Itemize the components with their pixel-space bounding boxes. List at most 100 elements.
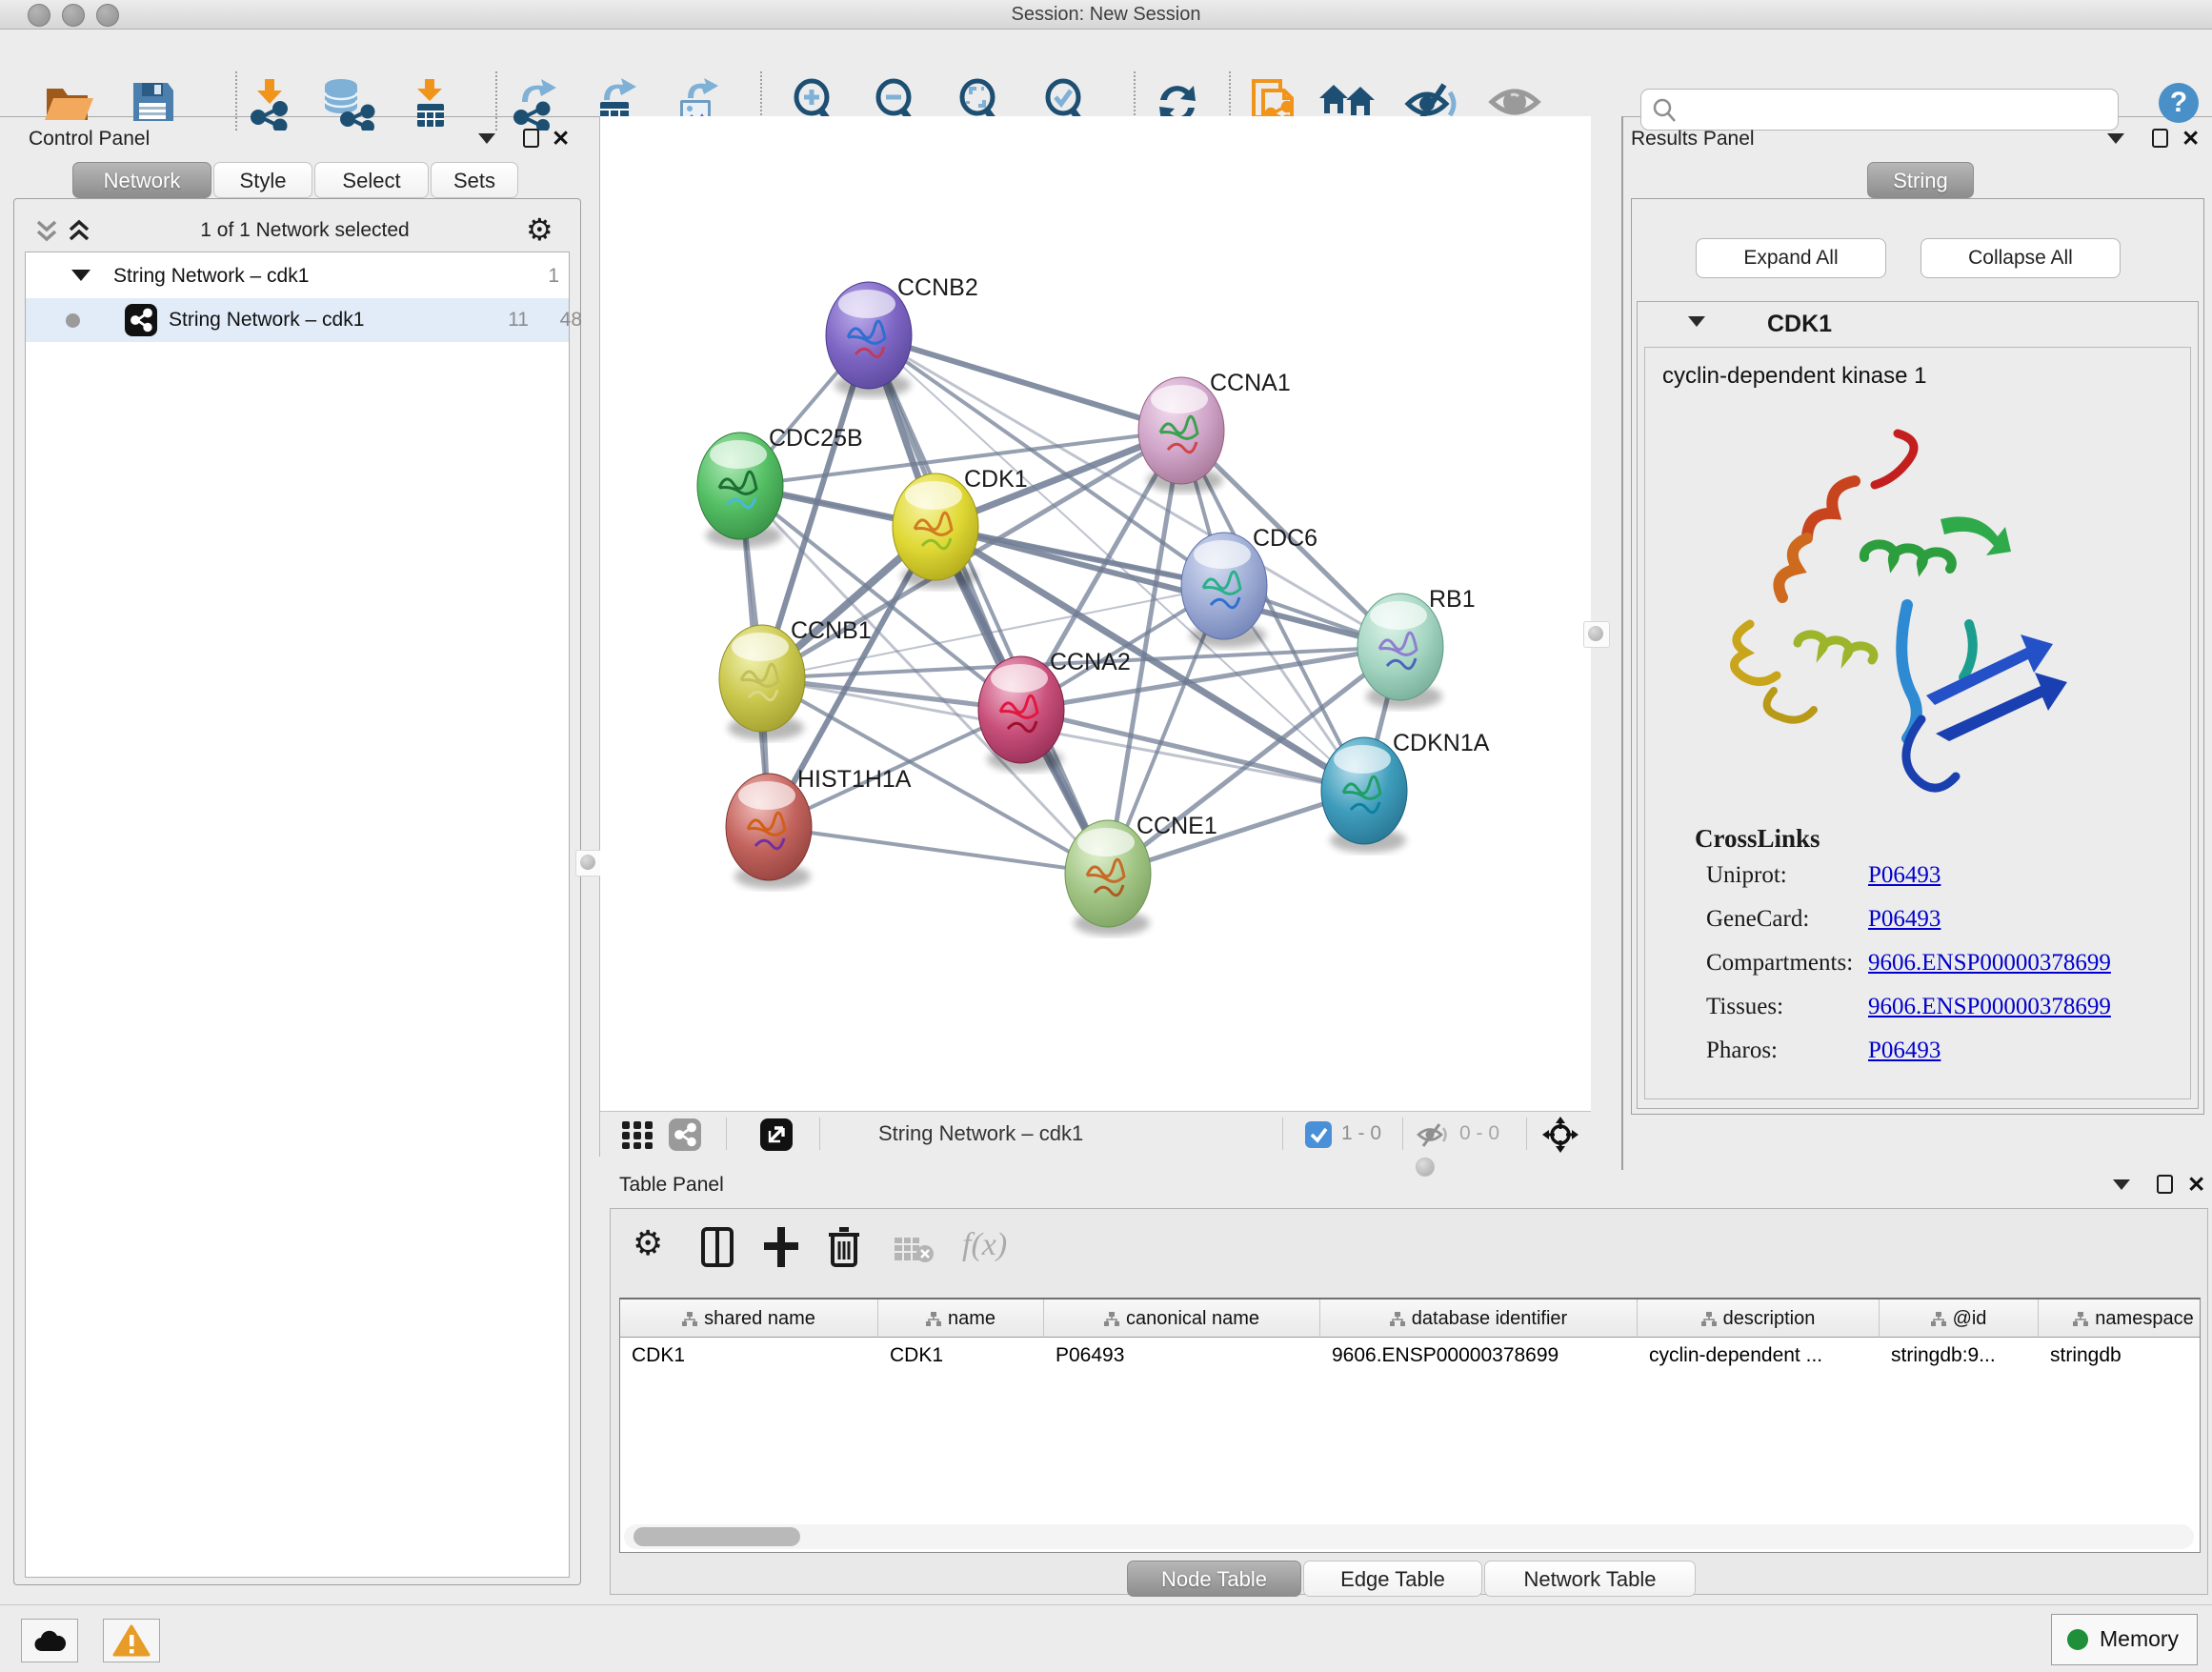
right-splitter-handle[interactable] (1583, 621, 1610, 648)
network-edge[interactable] (869, 335, 1108, 874)
open-session-icon[interactable] (42, 77, 97, 127)
network-node-ccna2[interactable]: CCNA2 (978, 649, 1131, 772)
results-panel-close-icon[interactable]: ✕ (2182, 131, 2200, 146)
results-panel-menu-icon[interactable] (2107, 133, 2124, 144)
table-horizontal-scrollbar[interactable] (624, 1524, 2194, 1549)
save-session-icon[interactable] (128, 77, 177, 127)
table-column-header[interactable]: description (1638, 1299, 1880, 1338)
pan-crosshair-icon[interactable] (1541, 1116, 1579, 1154)
horizontal-splitter[interactable] (600, 1157, 1591, 1170)
table-column-header[interactable]: canonical name (1044, 1299, 1320, 1338)
expand-all-button[interactable]: Expand All (1696, 238, 1886, 278)
tree-expander-icon[interactable] (71, 270, 90, 281)
tab-node-table[interactable]: Node Table (1127, 1561, 1301, 1597)
network-row-selected[interactable]: String Network – cdk1 11 48 (26, 298, 569, 342)
table-cell[interactable]: CDK1 (620, 1339, 878, 1373)
control-panel-close-icon[interactable]: ✕ (552, 131, 570, 146)
table-column-header[interactable]: @id (1880, 1299, 2039, 1338)
network-view-canvas[interactable]: CCNB2CCNA1CDC25BCDK1CDC6RB1CCNB1CCNA2CDK… (600, 116, 1591, 1111)
tab-sets[interactable]: Sets (431, 162, 518, 198)
tab-string[interactable]: String (1867, 162, 1974, 198)
table-panel-float-icon[interactable] (2157, 1175, 2173, 1194)
delete-column-trash-icon[interactable] (827, 1225, 861, 1269)
tab-network[interactable]: Network (72, 162, 211, 198)
table-column-header[interactable]: name (878, 1299, 1044, 1338)
network-node-ccna1[interactable]: CCNA1 (1138, 370, 1291, 493)
network-node-cdkn1a[interactable]: CDKN1A (1321, 730, 1490, 853)
function-builder-icon-disabled: f(x) (962, 1227, 1007, 1263)
import-network-from-file-icon[interactable] (244, 77, 297, 131)
import-table-from-file-icon[interactable] (404, 77, 457, 131)
network-node-ccne1[interactable]: CCNE1 (1065, 813, 1217, 936)
warning-icon (112, 1624, 151, 1657)
control-panel-float-icon[interactable] (523, 129, 539, 148)
table-column-header[interactable]: namespace (2039, 1299, 2201, 1338)
expand-all-icon[interactable] (65, 219, 93, 244)
crosslink-link[interactable]: 9606.ENSP00000378699 (1868, 950, 2111, 976)
selected-checkbox-icon[interactable] (1305, 1121, 1332, 1148)
tab-edge-table[interactable]: Edge Table (1303, 1561, 1482, 1597)
node-table[interactable]: shared nameCDK1nameCDK1canonical nameP06… (619, 1298, 2201, 1553)
tab-style[interactable]: Style (213, 162, 312, 198)
network-edge[interactable] (769, 827, 1108, 874)
gear-icon[interactable]: ⚙ (526, 212, 553, 248)
network-node-hist1h1a[interactable]: HIST1H1A (726, 766, 912, 889)
network-edge[interactable] (869, 335, 1181, 431)
network-collection-row[interactable]: String Network – cdk1 1 (26, 254, 569, 298)
table-panel-title: Table Panel (619, 1174, 724, 1197)
search-input[interactable] (1683, 92, 2106, 127)
toolbar-separator (726, 1118, 727, 1150)
control-panel-menu-icon[interactable] (478, 133, 495, 144)
collapse-all-button[interactable]: Collapse All (1920, 238, 2121, 278)
table-cell[interactable]: P06493 (1044, 1339, 1320, 1373)
import-network-from-database-icon[interactable] (318, 77, 375, 131)
network-edge[interactable] (1021, 710, 1364, 791)
help-icon[interactable]: ? (2157, 81, 2201, 125)
table-cell[interactable]: stringdb (2039, 1339, 2201, 1373)
left-splitter-handle[interactable] (575, 850, 602, 876)
string-view-icon[interactable] (669, 1118, 701, 1151)
scrollbar-thumb[interactable] (633, 1527, 800, 1546)
horizontal-splitter-handle[interactable] (1416, 1158, 1435, 1177)
collapse-all-icon[interactable] (32, 219, 61, 244)
crosslink-row: Uniprot:P06493 (1706, 862, 1941, 889)
table-column-header[interactable]: shared name (620, 1299, 878, 1338)
node-label: CCNE1 (1136, 813, 1217, 839)
network-node-ccnb2[interactable]: CCNB2 (826, 274, 978, 397)
crosslink-link[interactable]: P06493 (1868, 1037, 1941, 1063)
memory-button[interactable]: Memory (2051, 1614, 2198, 1665)
grid-view-icon[interactable] (621, 1120, 654, 1149)
create-column-plus-icon[interactable] (762, 1225, 800, 1269)
edge-count: 48 (544, 309, 582, 332)
table-cell[interactable]: CDK1 (878, 1339, 1044, 1373)
export-network-icon[interactable] (509, 77, 562, 131)
network-canvas-svg: CCNB2CCNA1CDC25BCDK1CDC6RB1CCNB1CCNA2CDK… (600, 116, 1591, 1111)
table-panel-menu-icon[interactable] (2113, 1179, 2130, 1190)
open-in-window-icon[interactable] (760, 1118, 793, 1151)
cdk1-section-expander-icon[interactable] (1688, 316, 1705, 327)
shared-column-icon (926, 1312, 941, 1326)
table-cell[interactable]: stringdb:9... (1880, 1339, 2039, 1373)
cloud-icon (32, 1628, 67, 1653)
crosslink-row: Compartments:9606.ENSP00000378699 (1706, 950, 2111, 977)
network-node-rb1[interactable]: RB1 (1357, 586, 1476, 709)
status-bar: Memory (0, 1604, 2212, 1672)
cloud-button[interactable] (21, 1619, 78, 1662)
table-settings-gear-icon[interactable]: ⚙ (633, 1223, 663, 1263)
show-columns-icon[interactable] (701, 1227, 734, 1267)
crosslink-link[interactable]: P06493 (1868, 906, 1941, 932)
table-panel-close-icon[interactable]: ✕ (2187, 1177, 2205, 1192)
crosslink-link[interactable]: 9606.ENSP00000378699 (1868, 994, 2111, 1019)
crosslink-link[interactable]: P06493 (1868, 862, 1941, 888)
tab-network-table[interactable]: Network Table (1484, 1561, 1696, 1597)
node-label: CCNA1 (1210, 370, 1291, 396)
tab-select[interactable]: Select (314, 162, 429, 198)
table-cell[interactable]: 9606.ENSP00000378699 (1320, 1339, 1638, 1373)
shared-column-icon (1390, 1312, 1405, 1326)
table-column-header[interactable]: database identifier (1320, 1299, 1638, 1338)
control-panel-title: Control Panel (29, 128, 150, 151)
warning-button[interactable] (103, 1619, 160, 1662)
results-panel-float-icon[interactable] (2152, 129, 2168, 148)
table-cell[interactable]: cyclin-dependent ... (1638, 1339, 1880, 1373)
window-title: Session: New Session (0, 0, 2212, 29)
